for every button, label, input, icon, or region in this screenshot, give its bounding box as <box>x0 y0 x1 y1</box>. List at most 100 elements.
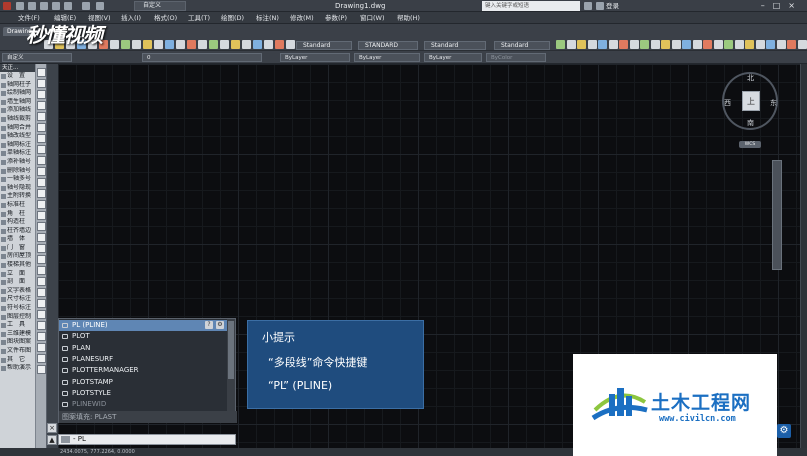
draw-tool-icon[interactable] <box>37 321 46 330</box>
palette-item[interactable]: 添加轴线 <box>0 106 35 115</box>
toolbar-tool-icon[interactable] <box>745 40 754 49</box>
draw-tool-icon[interactable] <box>37 266 46 275</box>
toolbar-tool-icon[interactable] <box>275 40 284 49</box>
toolbar-tool-icon[interactable] <box>703 40 712 49</box>
palette-item[interactable]: 主附转换 <box>0 192 35 201</box>
palette-item[interactable]: 绘制轴网 <box>0 89 35 98</box>
toolbar-tool-icon[interactable] <box>755 40 765 49</box>
vertical-scrollbar[interactable] <box>800 64 807 456</box>
toolbar-tool-icon[interactable] <box>671 40 681 49</box>
viewcube-south[interactable]: 南 <box>747 118 754 128</box>
toolbar-tool-icon[interactable] <box>661 40 670 49</box>
color-select[interactable]: ByLayer <box>280 53 350 62</box>
draw-tool-icon[interactable] <box>37 68 46 77</box>
autocomplete-item[interactable]: PLOT <box>59 331 229 342</box>
draw-tool-icon[interactable] <box>37 299 46 308</box>
viewcube-east[interactable]: 东 <box>770 98 777 108</box>
toolbar-tool-icon[interactable] <box>253 40 262 49</box>
menu-draw[interactable]: 绘图(D) <box>221 12 244 24</box>
draw-tool-icon[interactable] <box>37 79 46 88</box>
viewcube-west[interactable]: 西 <box>724 98 731 108</box>
palette-item[interactable]: 柱齐墙边 <box>0 227 35 236</box>
command-history-icon[interactable]: ▲ <box>47 435 57 445</box>
window-controls[interactable]: –□× <box>761 1 803 10</box>
workspace-select[interactable]: 自定义 <box>134 1 186 11</box>
palette-item[interactable]: 墙 体 <box>0 235 35 244</box>
toolbar-tool-icon[interactable] <box>734 40 744 49</box>
draw-tool-icon[interactable] <box>37 310 46 319</box>
plotstyle-select[interactable]: ByColor <box>486 53 546 62</box>
search-icon[interactable] <box>584 2 592 10</box>
palette-item[interactable]: 轴号隐现 <box>0 184 35 193</box>
menu-format[interactable]: 格式(O) <box>154 12 177 24</box>
save-file-icon[interactable] <box>40 2 48 10</box>
palette-item[interactable]: 墙生轴网 <box>0 98 35 107</box>
palette-item[interactable]: 图层控制 <box>0 313 35 322</box>
draw-tool-icon[interactable] <box>37 288 46 297</box>
palette-item[interactable]: 轴网标注 <box>0 141 35 150</box>
draw-tool-icon[interactable] <box>37 178 46 187</box>
palette-item[interactable]: 门 窗 <box>0 244 35 253</box>
print-icon[interactable] <box>64 2 72 10</box>
draw-tool-icon[interactable] <box>37 189 46 198</box>
toolbar-tool-icon[interactable] <box>724 40 733 49</box>
toolbar-tool-icon[interactable] <box>640 40 649 49</box>
dim-style-select[interactable]: STANDARD <box>358 41 418 50</box>
text-style-select[interactable]: Standard <box>296 41 352 50</box>
workspace-layer-select[interactable]: 自定义 <box>2 53 72 62</box>
toolbar-tool-icon[interactable] <box>650 40 660 49</box>
menu-help[interactable]: 帮助(H) <box>397 12 420 24</box>
menu-tools[interactable]: 工具(T) <box>188 12 210 24</box>
linetype-select[interactable]: ByLayer <box>354 53 420 62</box>
settings-icon[interactable]: ⚙ <box>216 321 224 329</box>
draw-tool-icon[interactable] <box>37 332 46 341</box>
toolbar-tool-icon[interactable] <box>608 40 618 49</box>
draw-tool-icon[interactable] <box>37 200 46 209</box>
toolbar-tool-icon[interactable] <box>766 40 775 49</box>
palette-item[interactable]: 角 柱 <box>0 210 35 219</box>
draw-tool-icon[interactable] <box>37 112 46 121</box>
wcs-menu[interactable]: WCS <box>739 141 761 148</box>
toolbar-tool-icon[interactable] <box>797 40 807 49</box>
palette-item[interactable]: 图块图案 <box>0 338 35 347</box>
toolbar-tool-icon[interactable] <box>176 40 185 49</box>
draw-tool-icon[interactable] <box>37 145 46 154</box>
gear-icon[interactable]: ⚙ <box>777 424 791 438</box>
palette-item[interactable]: 三维建模 <box>0 330 35 339</box>
palette-item[interactable]: 一轴多号 <box>0 175 35 184</box>
lineweight-select[interactable]: ByLayer <box>424 53 482 62</box>
toolbar-tool-icon[interactable] <box>143 40 152 49</box>
app-menu-icon[interactable] <box>3 2 11 10</box>
autocomplete-item[interactable]: PL (PLINE) <box>59 320 229 331</box>
draw-tool-icon[interactable] <box>37 255 46 264</box>
draw-tool-icon[interactable] <box>37 222 46 231</box>
toolbar-tool-icon[interactable] <box>629 40 639 49</box>
toolbar-tool-icon[interactable] <box>598 40 607 49</box>
draw-tool-icon[interactable] <box>37 354 46 363</box>
palette-item[interactable]: 立 面 <box>0 270 35 279</box>
palette-item[interactable]: 设 置 <box>0 72 35 81</box>
palette-item[interactable]: 帮助演示 <box>0 364 35 373</box>
toolbar-tool-icon[interactable] <box>787 40 796 49</box>
search-input[interactable]: 键入关键字或短语 <box>482 1 580 11</box>
save-as-icon[interactable] <box>52 2 60 10</box>
menu-modify[interactable]: 修改(M) <box>290 12 314 24</box>
menu-dimension[interactable]: 标注(N) <box>256 12 279 24</box>
undo-icon[interactable] <box>82 2 90 10</box>
toolbar-tool-icon[interactable] <box>286 40 295 49</box>
palette-item[interactable]: 工 具 <box>0 321 35 330</box>
toolbar-tool-icon[interactable] <box>619 40 628 49</box>
menu-parametric[interactable]: 参数(P) <box>325 12 347 24</box>
draw-tool-icon[interactable] <box>37 233 46 242</box>
toolbar-tool-icon[interactable] <box>556 40 565 49</box>
draw-tool-icon[interactable] <box>37 90 46 99</box>
navigation-bar[interactable] <box>772 160 782 270</box>
palette-item[interactable]: 构造柱 <box>0 218 35 227</box>
toolbar-tool-icon[interactable] <box>682 40 691 49</box>
draw-tool-icon[interactable] <box>37 123 46 132</box>
draw-tool-icon[interactable] <box>37 134 46 143</box>
user-icon[interactable] <box>596 2 604 10</box>
table-style-select[interactable]: Standard <box>424 41 486 50</box>
toolbar-tool-icon[interactable] <box>264 40 273 49</box>
open-file-icon[interactable] <box>28 2 36 10</box>
